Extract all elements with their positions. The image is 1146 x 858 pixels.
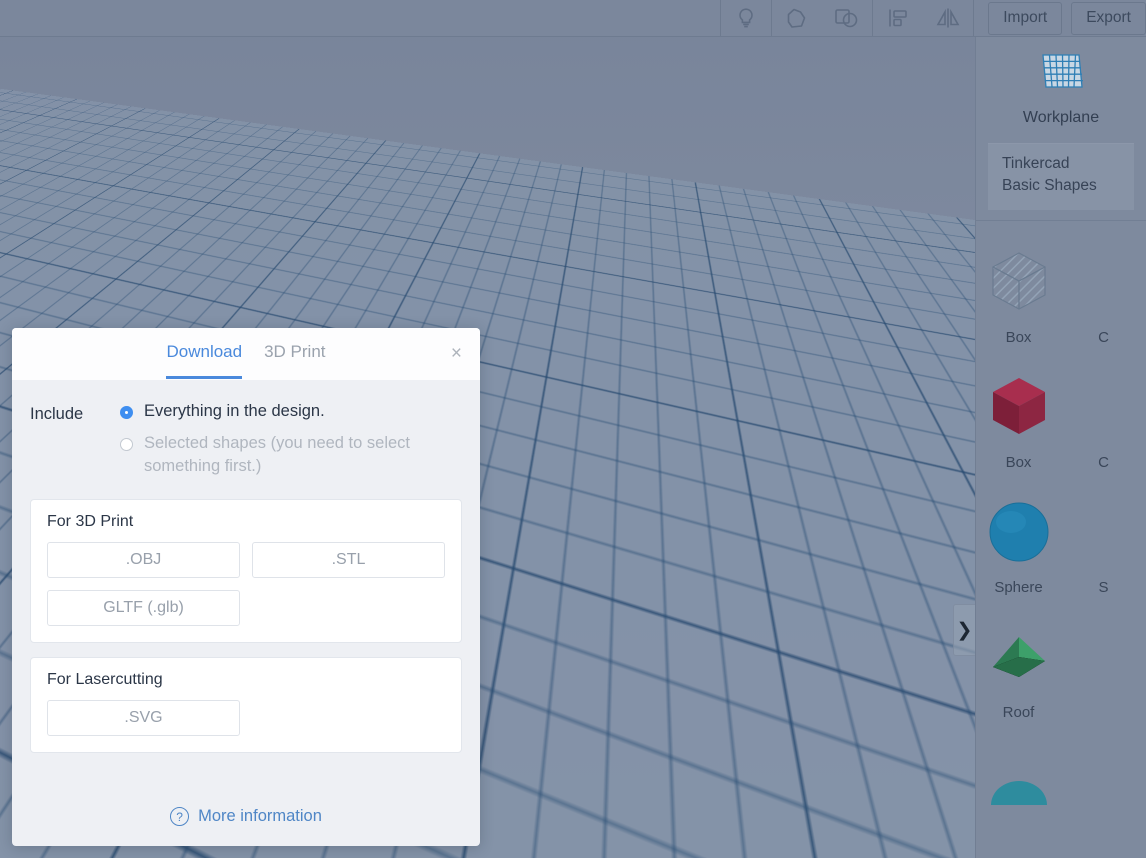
partial-shape-icon bbox=[1063, 491, 1145, 573]
option-everything[interactable]: Everything in the design. bbox=[120, 400, 462, 422]
partial-shape-icon bbox=[1063, 366, 1145, 448]
tinkercad-editor: Import Export Workplane Tinkercad Basic … bbox=[0, 0, 1146, 858]
partial-shape-icon bbox=[1063, 741, 1145, 823]
section-3d-print: For 3D Print .OBJ .STL GLTF (.glb) bbox=[30, 498, 462, 643]
dialog-header: Download 3D Print × bbox=[12, 328, 480, 380]
include-label: Include bbox=[30, 405, 84, 423]
roof-icon bbox=[978, 616, 1060, 698]
shape-item-partial-3[interactable]: S bbox=[1061, 477, 1146, 602]
shape-library-selector[interactable]: Tinkercad Basic Shapes bbox=[988, 143, 1134, 210]
shape-label: C bbox=[1098, 328, 1109, 346]
download-svg-button[interactable]: .SVG bbox=[47, 699, 240, 736]
dome-icon bbox=[978, 741, 1060, 823]
shape-label: Box bbox=[1005, 453, 1032, 471]
radio-selected-icon[interactable] bbox=[120, 438, 133, 452]
dialog-footer: ? More information bbox=[12, 805, 480, 846]
download-obj-button[interactable]: .OBJ bbox=[47, 541, 240, 578]
shape-item-roof[interactable]: Roof bbox=[976, 602, 1061, 727]
library-name: Basic Shapes bbox=[1002, 177, 1097, 195]
partial-shape-icon bbox=[1063, 241, 1145, 323]
tab-3d-print[interactable]: 3D Print bbox=[264, 342, 325, 379]
download-gltf-button[interactable]: GLTF (.glb) bbox=[47, 589, 240, 626]
lightbulb-icon[interactable] bbox=[721, 0, 771, 36]
option-selected-shapes[interactable]: Selected shapes (you need to select some… bbox=[120, 432, 462, 477]
download-stl-button[interactable]: .STL bbox=[252, 541, 445, 578]
shape-label: S bbox=[1098, 578, 1109, 596]
shapes-panel: Workplane Tinkercad Basic Shapes Box C B… bbox=[975, 37, 1146, 858]
hole-box-icon bbox=[978, 241, 1060, 323]
shape-label: Roof bbox=[1002, 703, 1035, 721]
shape-item-box-hole[interactable]: Box bbox=[976, 227, 1061, 352]
section-title: For 3D Print bbox=[47, 512, 134, 530]
section-lasercutting: For Lasercutting .SVG bbox=[30, 656, 462, 753]
top-toolbar: Import Export bbox=[0, 0, 1146, 37]
more-information-link[interactable]: ? More information bbox=[170, 807, 322, 826]
include-section: Include Everything in the design. Select… bbox=[30, 396, 462, 499]
shape-label: C bbox=[1098, 453, 1109, 471]
include-options: Everything in the design. Selected shape… bbox=[120, 400, 462, 487]
option-label: Selected shapes (you need to select some… bbox=[144, 434, 411, 475]
shape-item-box-solid[interactable]: Box bbox=[976, 352, 1061, 477]
shape-label: Box bbox=[1005, 328, 1032, 346]
dialog-body: Include Everything in the design. Select… bbox=[12, 380, 480, 805]
shape-item-dome[interactable] bbox=[976, 727, 1061, 829]
more-information-label: More information bbox=[198, 807, 322, 825]
workplane-icon bbox=[1035, 49, 1087, 100]
tab-download[interactable]: Download bbox=[166, 342, 243, 379]
align-icon[interactable] bbox=[873, 0, 923, 36]
shape-label: Sphere bbox=[994, 578, 1043, 596]
shape-item-partial-5[interactable] bbox=[1061, 727, 1146, 829]
close-icon[interactable]: × bbox=[451, 344, 462, 363]
export-dialog: Download 3D Print × Include Everything i… bbox=[12, 328, 480, 846]
shape-item-partial-1[interactable]: C bbox=[1061, 227, 1146, 352]
option-label: Everything in the design. bbox=[144, 402, 325, 420]
partial-shape-icon bbox=[1063, 616, 1145, 698]
panel-collapse-toggle[interactable]: ❯ bbox=[953, 604, 975, 656]
group-icon[interactable] bbox=[822, 0, 872, 36]
shape-item-partial-2[interactable]: C bbox=[1061, 352, 1146, 477]
export-button[interactable]: Export bbox=[1071, 1, 1146, 35]
workplane-label: Workplane bbox=[1022, 109, 1100, 126]
sphere-icon bbox=[978, 491, 1060, 573]
import-button[interactable]: Import bbox=[988, 1, 1063, 35]
question-mark-icon: ? bbox=[170, 807, 190, 826]
library-owner: Tinkercad bbox=[1002, 155, 1070, 172]
mirror-icon[interactable] bbox=[923, 0, 973, 36]
radio-everything-icon[interactable] bbox=[120, 406, 133, 419]
workplane-tool[interactable]: Workplane bbox=[976, 37, 1146, 135]
format-buttons: .OBJ .STL GLTF (.glb) bbox=[47, 541, 445, 626]
shape-item-partial-4[interactable] bbox=[1061, 602, 1146, 727]
section-title: For Lasercutting bbox=[47, 670, 163, 688]
shape-grid: Box C Box C Sphere S Roof bbox=[976, 221, 1146, 829]
format-buttons: .SVG bbox=[47, 699, 445, 736]
toolbar-actions: Import Export bbox=[974, 0, 1146, 36]
shape-generator-icon[interactable] bbox=[772, 0, 822, 36]
shape-item-sphere[interactable]: Sphere bbox=[976, 477, 1061, 602]
solid-box-icon bbox=[978, 366, 1060, 448]
